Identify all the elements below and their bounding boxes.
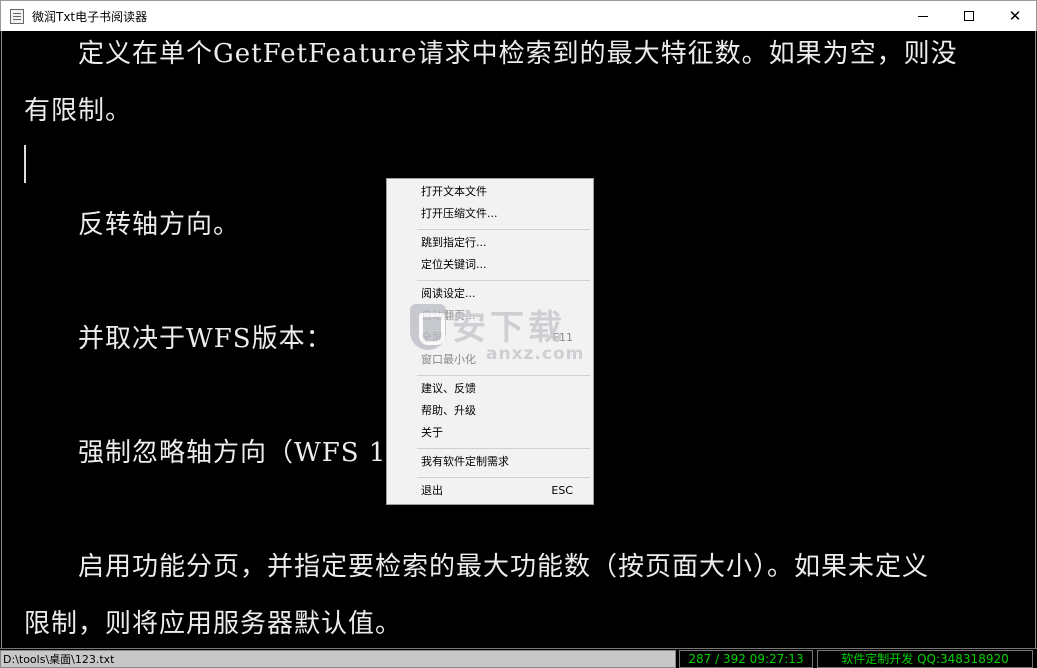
minimize-button[interactable] [900,1,946,31]
text-line: 定义在单个GetFetFeature请求中检索到的最大特征数。如果为空，则没 [24,39,958,69]
menu-item-goto-line[interactable]: 跳到指定行... [421,233,573,253]
context-menu: 打开文本文件 打开压缩文件... 跳到指定行... 定位关键词... 阅读设定.… [386,178,594,505]
menu-item-open-text-file[interactable]: 打开文本文件 [421,182,573,202]
menu-separator [417,477,590,478]
menu-item-custom-software[interactable]: 我有软件定制需求 [421,452,573,472]
text-line: 限制，则将应用服务器默认值。 [24,609,403,639]
menu-separator [417,229,590,230]
menu-separator [417,280,590,281]
menu-item-auto-page[interactable]: 自动翻页... [421,306,573,326]
title-bar[interactable]: 微润Txt电子书阅读器 ✕ [0,0,1037,31]
menu-item-exit[interactable]: 退出 ESC [421,481,573,501]
menu-item-find-keyword[interactable]: 定位关键词... [421,255,573,275]
menu-item-feedback[interactable]: 建议、反馈 [421,379,573,399]
close-icon: ✕ [1008,7,1022,25]
text-line: 强制忽略轴方向（WFS 1 [24,438,387,468]
text-line: 并取决于WFS版本： [24,324,333,354]
notepad-icon [10,9,24,24]
menu-separator [417,375,590,376]
menu-item-minimize-window[interactable]: 窗口最小化 [421,350,573,370]
text-caret [24,145,26,183]
text-line: 启用功能分页，并指定要检索的最大功能数（按页面大小）。如果未定义 [24,552,930,582]
menu-item-fullscreen[interactable]: 全屏 F11 [421,328,573,348]
text-line: 有限制。 [24,96,133,126]
menu-item-reading-settings[interactable]: 阅读设定... [421,284,573,304]
menu-item-open-archive[interactable]: 打开压缩文件... [421,204,573,224]
window-title: 微润Txt电子书阅读器 [32,10,148,24]
menu-item-help-upgrade[interactable]: 帮助、升级 [421,401,573,421]
maximize-button[interactable] [946,1,992,31]
menu-separator [417,448,590,449]
developer-contact[interactable]: 软件定制开发 QQ:348318920 [817,650,1033,668]
status-bar: D:\tools\桌面\123.txt 287 / 392 09:27:13 软… [0,648,1037,668]
maximize-icon [964,11,974,21]
minimize-icon [918,15,928,17]
page-and-time: 287 / 392 09:27:13 [679,650,813,668]
text-line: 反转轴方向。 [24,210,241,240]
file-path: D:\tools\桌面\123.txt [0,650,676,668]
menu-item-about[interactable]: 关于 [421,423,573,443]
close-button[interactable]: ✕ [992,1,1037,31]
